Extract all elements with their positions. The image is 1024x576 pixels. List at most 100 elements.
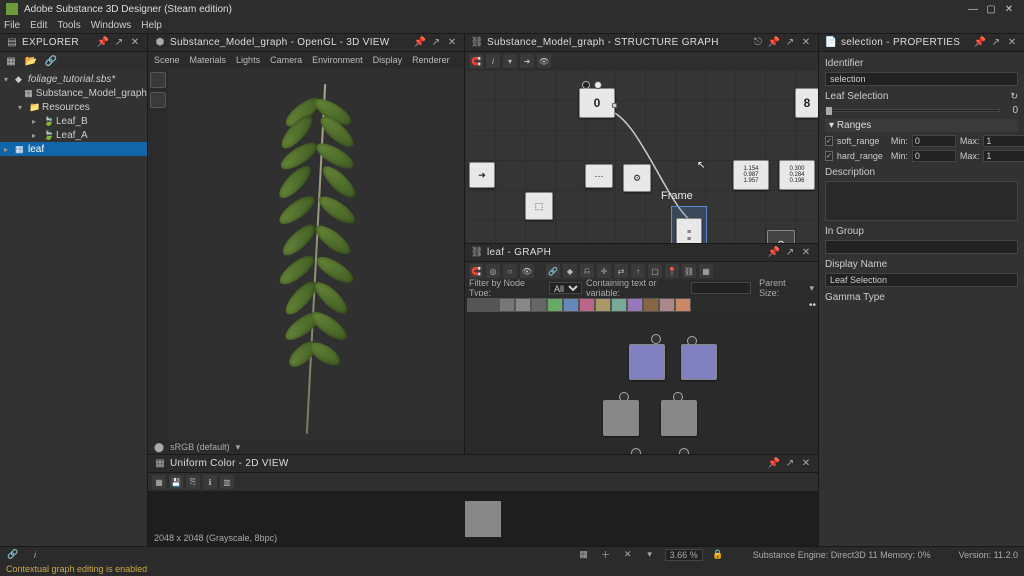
camera-mode-button[interactable] [150,72,166,88]
structure-node-dark[interactable]: ⚙ [767,230,795,243]
properties-popout-icon[interactable]: ↗ [990,37,1002,49]
status-lock-icon[interactable]: 🔒 [711,549,725,561]
leafgraph-popout-icon[interactable]: ↗ [784,247,796,259]
status-x-icon[interactable]: ✕ [621,549,635,561]
graph-italic-button[interactable]: i [486,54,500,68]
view3d-close-icon[interactable]: ✕ [446,37,458,49]
status-info-icon[interactable]: i [28,549,42,561]
structure-node-list[interactable]: ≡≡≡ [676,218,702,243]
graph-arrow-button[interactable]: ➜ [520,54,534,68]
palette-item[interactable] [483,298,499,312]
structure-node-input[interactable]: ➜ [469,162,495,188]
colorspace-chevron-icon[interactable]: ▾ [236,442,241,453]
preview2d-pin-icon[interactable]: 📌 [768,458,780,470]
close-button[interactable]: ✕ [1000,2,1018,16]
graph-node[interactable] [629,344,665,380]
palette-item[interactable] [643,298,659,312]
link-port-icon[interactable] [651,334,661,344]
lg-pin-button[interactable]: 📍 [665,264,679,278]
lg-target-button[interactable]: ◎ [486,264,500,278]
palette-item[interactable] [467,298,483,312]
structure-popout-icon[interactable]: ↗ [784,37,796,49]
graph-magnet-button[interactable]: 🧲 [469,54,483,68]
tab-lights[interactable]: Lights [236,55,260,65]
p2d-info-button[interactable]: ℹ [203,475,217,489]
desc-textarea[interactable] [825,181,1018,221]
properties-close-icon[interactable]: ✕ [1006,37,1018,49]
menu-windows[interactable]: Windows [91,20,132,31]
identifier-input[interactable] [825,72,1018,86]
p2d-save-button[interactable]: 💾 [169,475,183,489]
tree-item-leaf-a[interactable]: ▸🍃Leaf_A [0,128,147,142]
lg-up-button[interactable]: ↑ [631,264,645,278]
palette-item[interactable] [499,298,515,312]
p2d-split-button[interactable]: ▥ [220,475,234,489]
view3d-popout-icon[interactable]: ↗ [430,37,442,49]
menu-tools[interactable]: Tools [57,20,80,31]
status-down-icon[interactable]: ▾ [643,549,657,561]
menu-help[interactable]: Help [141,20,162,31]
maximize-button[interactable]: ▢ [982,2,1000,16]
palette-item[interactable] [563,298,579,312]
soft-enable-checkbox[interactable]: ✓ [825,136,833,146]
graph-node[interactable] [661,400,697,436]
menu-edit[interactable]: Edit [30,20,47,31]
ranges-header[interactable]: ▾ Ranges [825,119,1018,132]
structure-node-c[interactable]: ⚙ [623,164,651,192]
new-substance-button[interactable]: ▦ [4,54,18,68]
view3d-pin-icon[interactable]: 📌 [414,37,426,49]
reset-icon[interactable]: ↻ [1010,91,1018,102]
structure-canvas[interactable]: 0 8 ➜ ⬚ ⋯ ⚙ 1.1540.9871.957 0.3000.2840.… [465,70,818,243]
lg-magnet-button[interactable]: 🧲 [469,264,483,278]
palette-item[interactable] [627,298,643,312]
status-plus-icon[interactable]: ＋ [599,549,613,561]
leafgraph-pin-icon[interactable]: 📌 [768,247,780,259]
structure-node-matrix-a[interactable]: 1.1540.9871.957 [733,160,769,190]
lg-diamond-button[interactable]: ◆ [563,264,577,278]
tree-item-resources[interactable]: ▾📁Resources [0,100,147,114]
preview2d-canvas[interactable]: 2048 x 2048 (Grayscale, 8bpc) [148,491,818,546]
contain-input[interactable] [691,282,751,294]
graph-eye-button[interactable]: 👁 [537,54,551,68]
hard-min-input[interactable] [912,150,956,162]
lg-link-button[interactable]: 🔗 [546,264,560,278]
p2d-channel-button[interactable]: ▦ [152,475,166,489]
link-port-icon[interactable] [631,448,641,454]
tree-item-package[interactable]: ▾◆foliage_tutorial.sbs* [0,72,147,86]
leafgraph-close-icon[interactable]: ✕ [800,247,812,259]
view3d-canvas[interactable] [168,68,464,440]
tree-item-leaf-b[interactable]: ▸🍃Leaf_B [0,114,147,128]
explorer-close-icon[interactable]: ✕ [129,37,141,49]
open-file-button[interactable]: 📂 [24,54,38,68]
structure-node-matrix-b[interactable]: 0.3000.2840.196 [779,160,815,190]
structure-close-icon[interactable]: ✕ [800,37,812,49]
tab-display[interactable]: Display [373,55,403,65]
light-mode-button[interactable] [150,92,166,108]
structure-node-b[interactable]: ⋯ [585,164,613,188]
display-input[interactable] [825,273,1018,287]
palette-item[interactable] [547,298,563,312]
tree-item-leaf[interactable]: ▸▦leaf [0,142,147,156]
p2d-copy-button[interactable]: ⎘ [186,475,200,489]
structure-pin-icon[interactable]: 📌 [768,37,780,49]
tab-environment[interactable]: Environment [312,55,363,65]
lg-compass-button[interactable]: ✛ [597,264,611,278]
parent-size-button[interactable]: ▾ [809,283,814,294]
palette-item[interactable] [595,298,611,312]
palette-expand-button[interactable]: •• [809,300,816,311]
palette-item[interactable] [659,298,675,312]
zoom-field[interactable]: 3.66 % [665,549,703,561]
tree-item-modelgraph[interactable]: ▦Substance_Model_graph [0,86,147,100]
lg-layers-button[interactable]: ▦ [699,264,713,278]
properties-pin-icon[interactable]: 📌 [974,37,986,49]
structure-node-value0[interactable]: 0 [579,88,615,118]
filter-select[interactable]: All [549,282,582,294]
lg-split-button[interactable]: ⎌ [580,264,594,278]
status-link-icon[interactable]: 🔗 [6,549,20,561]
lg-chain-button[interactable]: ⛓ [682,264,696,278]
lg-frame-button[interactable]: ▢ [648,264,662,278]
tab-materials[interactable]: Materials [190,55,227,65]
leafsel-slider[interactable] [825,109,1000,112]
palette-item[interactable] [611,298,627,312]
tab-renderer[interactable]: Renderer [412,55,450,65]
